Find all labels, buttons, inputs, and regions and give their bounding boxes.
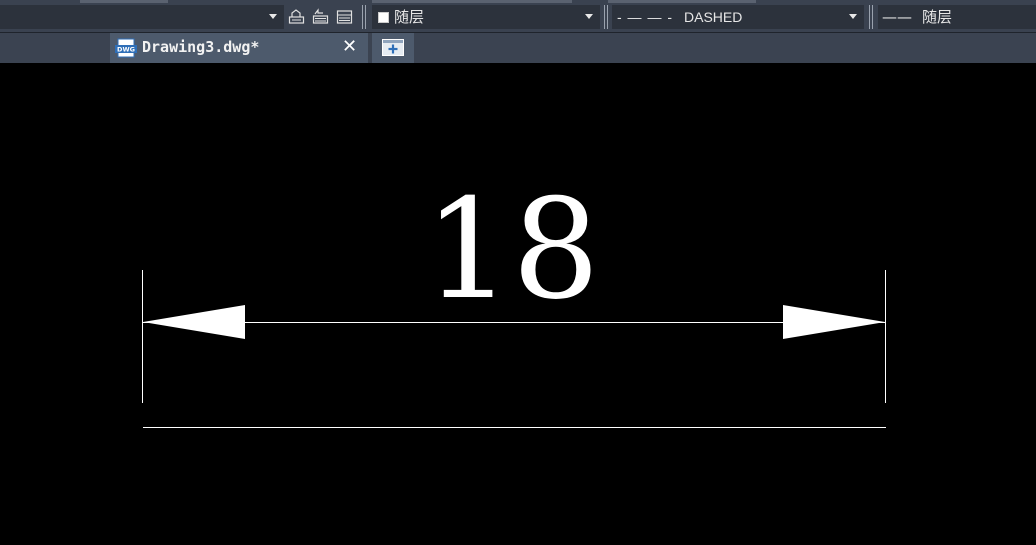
make-object-layer-current-icon[interactable] — [288, 8, 305, 25]
properties-toolbar: 随层 - — — - DASHED —— 随层 — [0, 0, 1036, 33]
lineweight-sample: —— — [882, 8, 912, 26]
toolbar-top-strip — [372, 0, 572, 3]
chevron-down-icon[interactable] — [849, 14, 857, 19]
color-swatch — [378, 12, 389, 23]
lineweight-dropdown[interactable]: —— 随层 — [878, 5, 1036, 29]
dimension-text: 18 — [424, 169, 600, 330]
close-icon[interactable]: ✕ — [342, 36, 357, 57]
layer-dropdown[interactable] — [0, 5, 284, 29]
toolbar-grip[interactable] — [362, 5, 366, 29]
layer-states-icon[interactable] — [336, 8, 353, 25]
new-drawing-icon — [382, 39, 404, 56]
previous-layer-icon[interactable] — [312, 8, 329, 25]
drawing-canvas[interactable]: 18 — [0, 63, 1036, 545]
lineweight-dropdown-value: 随层 — [922, 8, 953, 26]
color-dropdown[interactable]: 随层 — [372, 5, 600, 29]
toolbar-grip[interactable] — [604, 5, 608, 29]
linetype-dropdown[interactable]: - — — - DASHED — [612, 5, 864, 29]
svg-text:DWG: DWG — [117, 46, 135, 54]
tab-label: Drawing3.dwg* — [142, 38, 260, 56]
tab-drawing3[interactable]: DWG Drawing3.dwg* ✕ — [110, 33, 368, 63]
toolbar-grip[interactable] — [869, 5, 873, 29]
toolbar-top-strip — [608, 0, 756, 3]
chevron-down-icon[interactable] — [585, 14, 593, 19]
chevron-down-icon[interactable] — [269, 14, 277, 19]
linetype-dropdown-value: DASHED — [684, 9, 743, 25]
dwg-file-icon: DWG — [115, 38, 137, 58]
linetype-pattern: - — — - — [617, 9, 673, 25]
toolbar-top-strip — [80, 0, 168, 3]
color-dropdown-value: 随层 — [394, 8, 425, 26]
new-tab-button[interactable] — [372, 33, 414, 63]
